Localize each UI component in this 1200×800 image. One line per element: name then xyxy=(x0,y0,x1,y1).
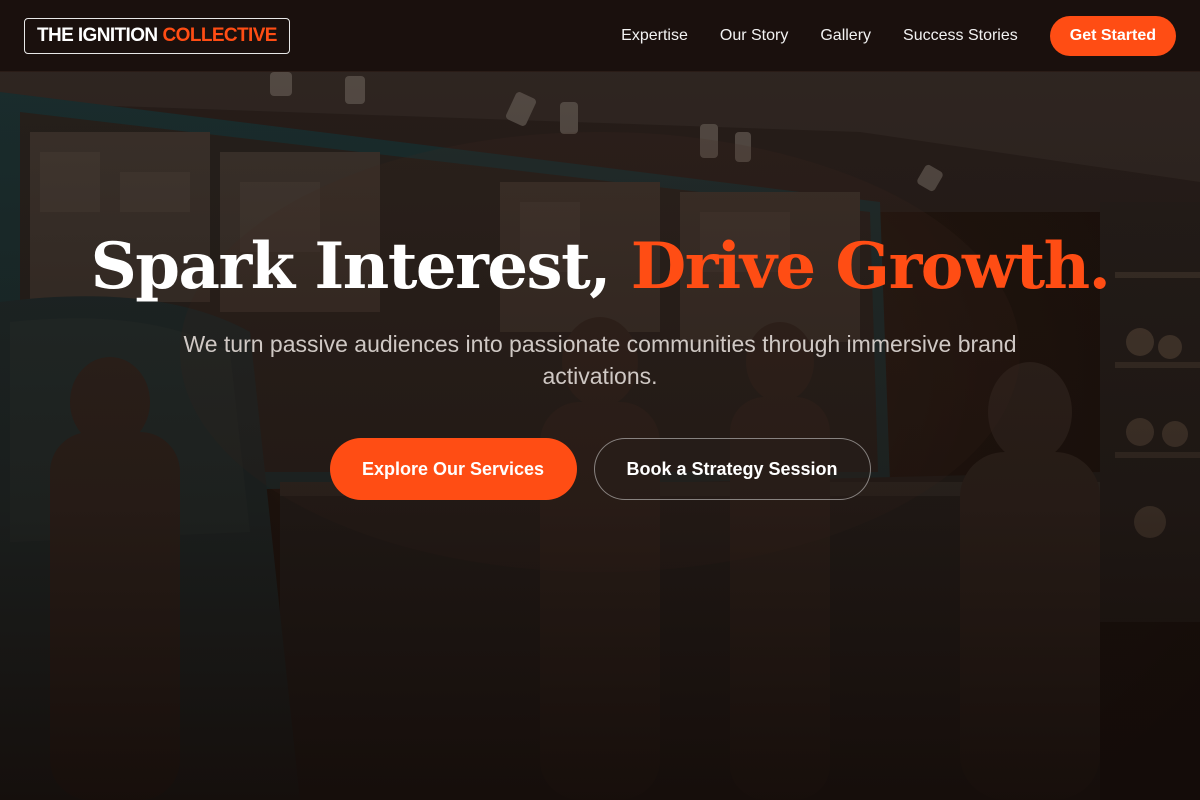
hero-content: Spark Interest, Drive Growth. We turn pa… xyxy=(0,232,1200,500)
nav-link-our-story[interactable]: Our Story xyxy=(720,27,788,45)
nav-link-expertise[interactable]: Expertise xyxy=(621,27,688,45)
hero-headline: Spark Interest, Drive Growth. xyxy=(0,232,1200,302)
headline-accent-text: Drive Growth. xyxy=(630,229,1111,304)
logo-text-primary: THE IGNITION xyxy=(37,24,158,46)
nav-link-gallery[interactable]: Gallery xyxy=(820,27,871,45)
nav-link-success-stories[interactable]: Success Stories xyxy=(903,27,1018,45)
headline-white-text: Spark Interest, xyxy=(90,229,612,304)
main-nav: Expertise Our Story Gallery Success Stor… xyxy=(589,15,1176,56)
explore-services-button[interactable]: Explore Our Services xyxy=(329,438,577,500)
hero-section: Spark Interest, Drive Growth. We turn pa… xyxy=(0,72,1200,800)
book-strategy-session-button[interactable]: Book a Strategy Session xyxy=(593,438,871,500)
get-started-button[interactable]: Get Started xyxy=(1049,15,1176,56)
site-header: THE IGNITION COLLECTIVE Expertise Our St… xyxy=(0,0,1200,72)
logo[interactable]: THE IGNITION COLLECTIVE xyxy=(24,17,290,54)
hero-button-group: Explore Our Services Book a Strategy Ses… xyxy=(0,438,1200,500)
logo-text-accent: COLLECTIVE xyxy=(162,24,278,46)
hero-subtitle: We turn passive audiences into passionat… xyxy=(183,331,1017,389)
